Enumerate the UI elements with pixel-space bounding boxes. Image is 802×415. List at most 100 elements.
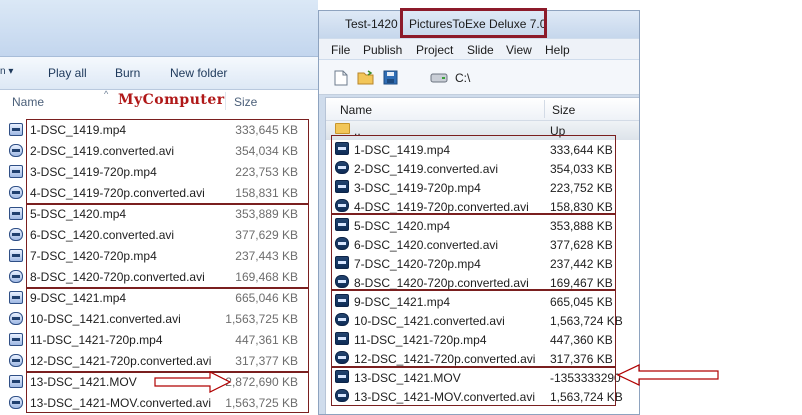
column-divider[interactable]	[544, 100, 545, 118]
file-name: 7-DSC_1420-720p.mp4	[30, 249, 157, 263]
new-folder-button[interactable]: New folder	[170, 66, 227, 80]
arrow-right-annotation	[154, 371, 232, 393]
avi-file-icon	[9, 396, 23, 412]
avi-file-icon	[335, 313, 349, 329]
file-row[interactable]: 5-DSC_1420.mp4 353,889 KB	[0, 204, 318, 224]
name-column-header[interactable]: Name	[12, 95, 44, 109]
menu-publish[interactable]: Publish	[363, 43, 402, 57]
mp4-file-icon	[9, 123, 23, 139]
new-file-icon[interactable]	[334, 70, 348, 86]
avi-file-icon	[9, 312, 23, 328]
mp4-file-icon	[335, 256, 349, 272]
file-row[interactable]: 2-DSC_1419.converted.avi 354,034 KB	[0, 141, 318, 161]
mp4-file-icon	[335, 142, 349, 158]
mp4-file-icon	[335, 294, 349, 310]
file-row[interactable]: 11-DSC_1421-720p.mp4 447,360 KB	[326, 330, 639, 349]
file-name: 12-DSC_1421-720p.converted.avi	[354, 352, 536, 366]
file-row[interactable]: 12-DSC_1421-720p.converted.avi 317,377 KB	[0, 351, 318, 371]
file-name: 13-DSC_1421-MOV.converted.avi	[30, 396, 211, 410]
file-size: 1,563,725 KB	[225, 312, 298, 326]
file-row[interactable]: 10-DSC_1421.converted.avi 1,563,724 KB	[326, 311, 639, 330]
file-size: 237,442 KB	[550, 257, 613, 271]
up-folder-name: ..	[354, 124, 361, 138]
file-row[interactable]: 9-DSC_1421.mp4 665,046 KB	[0, 288, 318, 308]
file-size: 333,644 KB	[550, 143, 613, 157]
folder-icon	[335, 123, 350, 137]
file-row[interactable]: 13-DSC_1421-MOV.converted.avi 1,563,725 K…	[0, 393, 318, 413]
menu-slide[interactable]: Slide	[467, 43, 494, 57]
file-size: 2,872,690 KB	[225, 375, 298, 389]
up-folder-row[interactable]: .. Up	[326, 121, 639, 140]
file-row[interactable]: 10-DSC_1421.converted.avi 1,563,725 KB	[0, 309, 318, 329]
file-row[interactable]: 6-DSC_1420.converted.avi 377,628 KB	[326, 235, 639, 254]
file-name: 4-DSC_1419-720p.converted.avi	[354, 200, 529, 214]
mp4-file-icon	[9, 207, 23, 223]
picturestoexe-window: Test-1420 PicturesToExe Deluxe 7.0 File …	[318, 10, 640, 415]
file-size: 353,889 KB	[235, 207, 298, 221]
organize-dropdown-icon[interactable]: n ▾	[0, 66, 13, 77]
mp4-file-icon	[335, 218, 349, 234]
column-divider[interactable]	[225, 92, 226, 110]
file-row[interactable]: 7-DSC_1420-720p.mp4 237,442 KB	[326, 254, 639, 273]
file-row[interactable]: 13-DSC_1421-MOV.converted.avi 1,563,724 K…	[326, 387, 639, 406]
file-name: 1-DSC_1419.mp4	[354, 143, 451, 157]
file-row[interactable]: 3-DSC_1419-720p.mp4 223,752 KB	[326, 178, 639, 197]
drive-icon[interactable]	[430, 73, 448, 83]
arrow-left-annotation	[617, 364, 719, 386]
file-row[interactable]: 9-DSC_1421.mp4 665,045 KB	[326, 292, 639, 311]
avi-file-icon	[335, 389, 349, 405]
file-row[interactable]: 5-DSC_1420.mp4 353,888 KB	[326, 216, 639, 235]
file-row[interactable]: 12-DSC_1421-720p.converted.avi 317,376 KB	[326, 349, 639, 368]
file-size: 377,628 KB	[550, 238, 613, 252]
file-row[interactable]: 4-DSC_1419-720p.converted.avi 158,830 KB	[326, 197, 639, 216]
menu-help[interactable]: Help	[545, 43, 570, 57]
menu-view[interactable]: View	[506, 43, 532, 57]
right-size-column-header[interactable]: Size	[552, 103, 575, 117]
file-name: 10-DSC_1421.converted.avi	[30, 312, 181, 326]
size-column-header[interactable]: Size	[234, 95, 257, 109]
file-row[interactable]: 1-DSC_1419.mp4 333,644 KB	[326, 140, 639, 159]
file-size: 353,888 KB	[550, 219, 613, 233]
file-row[interactable]: 6-DSC_1420.converted.avi 377,629 KB	[0, 225, 318, 245]
menu-project[interactable]: Project	[416, 43, 453, 57]
file-name: 13-DSC_1421.MOV	[354, 371, 461, 385]
file-size: 169,468 KB	[235, 270, 298, 284]
file-size: 447,361 KB	[235, 333, 298, 347]
file-name: 12-DSC_1421-720p.converted.avi	[30, 354, 212, 368]
drive-path[interactable]: C:\	[455, 71, 470, 85]
file-name: 2-DSC_1419.converted.avi	[354, 162, 499, 176]
file-size: 317,377 KB	[235, 354, 298, 368]
open-folder-icon[interactable]	[357, 70, 375, 85]
burn-button[interactable]: Burn	[115, 66, 140, 80]
title-bar: Test-1420 PicturesToExe Deluxe 7.0	[319, 11, 639, 38]
mov-file-icon	[9, 375, 23, 391]
right-name-column-header[interactable]: Name	[340, 103, 372, 117]
explorer-column-header: Name ^ MyComputer Size	[0, 89, 318, 112]
file-row[interactable]: 11-DSC_1421-720p.mp4 447,361 KB	[0, 330, 318, 350]
file-row[interactable]: 7-DSC_1420-720p.mp4 237,443 KB	[0, 246, 318, 266]
menu-bar: File Publish Project Slide View Help	[319, 39, 639, 59]
up-folder-size: Up	[550, 124, 566, 138]
save-icon[interactable]	[383, 70, 398, 85]
file-name: 3-DSC_1419-720p.mp4	[354, 181, 481, 195]
mp4-file-icon	[9, 291, 23, 307]
file-row[interactable]: 3-DSC_1419-720p.mp4 223,753 KB	[0, 162, 318, 182]
file-row[interactable]: 4-DSC_1419-720p.converted.avi 158,831 KB	[0, 183, 318, 203]
avi-file-icon	[335, 237, 349, 253]
file-name: 7-DSC_1420-720p.mp4	[354, 257, 481, 271]
file-size: 1,563,724 KB	[550, 390, 623, 404]
avi-file-icon	[9, 144, 23, 160]
file-row[interactable]: 8-DSC_1420-720p.converted.avi 169,468 KB	[0, 267, 318, 287]
explorer-window: n ▾ Play all Burn New folder Name ^ MyCo…	[0, 0, 318, 415]
file-row[interactable]: 13-DSC_1421.MOV -1353333290	[326, 368, 639, 387]
mp4-file-icon	[9, 333, 23, 349]
play-all-button[interactable]: Play all	[48, 66, 87, 80]
mp4-file-icon	[9, 165, 23, 181]
menu-file[interactable]: File	[331, 43, 350, 57]
right-toolbar: C:\	[319, 60, 639, 95]
file-size: 354,033 KB	[550, 162, 613, 176]
file-row[interactable]: 2-DSC_1419.converted.avi 354,033 KB	[326, 159, 639, 178]
file-row[interactable]: 1-DSC_1419.mp4 333,645 KB	[0, 120, 318, 140]
file-name: 9-DSC_1421.mp4	[30, 291, 127, 305]
file-row[interactable]: 8-DSC_1420-720p.converted.avi 169,467 KB	[326, 273, 639, 292]
